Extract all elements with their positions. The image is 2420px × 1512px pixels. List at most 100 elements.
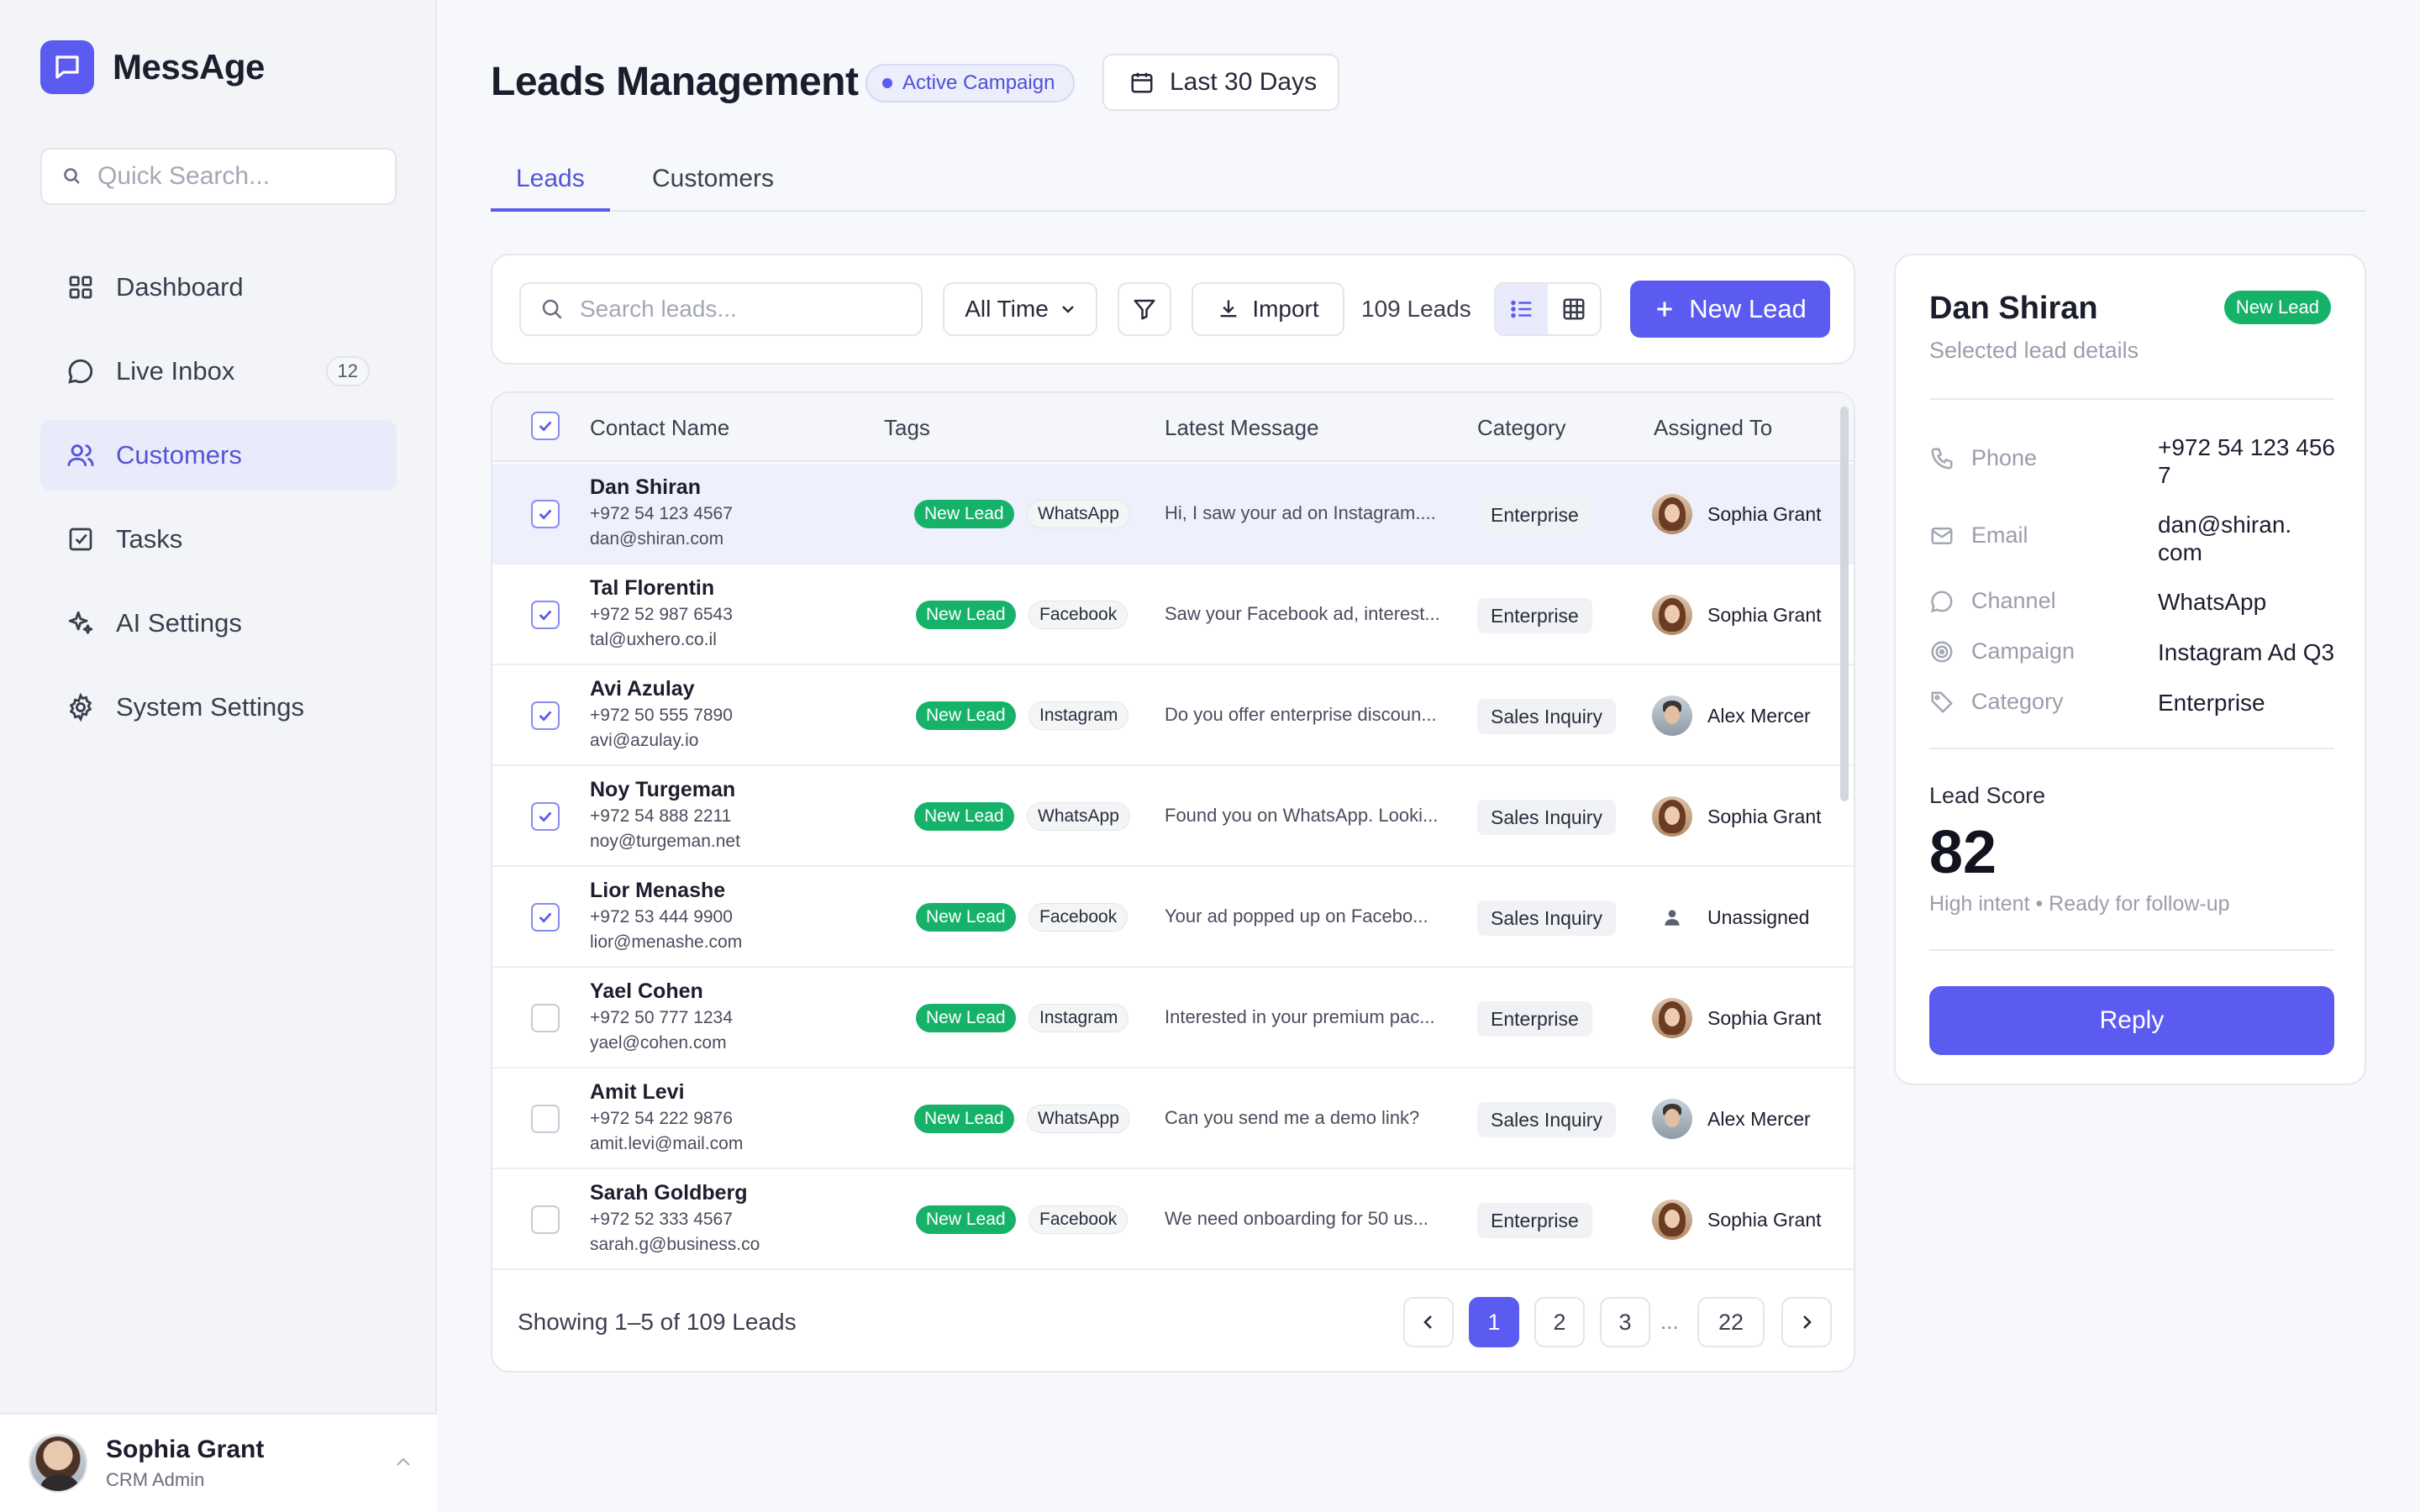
- assignee[interactable]: Alex Mercer: [1652, 1099, 1811, 1139]
- detail-label-text: Email: [1971, 522, 2028, 548]
- column-header[interactable]: Contact Name: [590, 415, 729, 441]
- sidebar-item-dashboard[interactable]: Dashboard: [40, 252, 397, 323]
- campaign-badge-label: Active Campaign: [902, 71, 1055, 94]
- column-header[interactable]: Category: [1477, 415, 1566, 441]
- table-row[interactable]: Yael Cohen +972 50 777 1234 yael@cohen.com…: [492, 968, 1854, 1068]
- grid-view-button[interactable]: [1548, 284, 1600, 334]
- contact-phone: +972 50 555 7890: [590, 706, 733, 725]
- check-icon: [539, 711, 552, 722]
- select-all-checkbox[interactable]: [531, 412, 560, 440]
- row-checkbox[interactable]: [531, 802, 560, 831]
- sidebar-nav: Dashboard Live Inbox 12 Customers Tasks: [40, 252, 397, 756]
- detail-phone-value[interactable]: +972 54 123 4567: [2158, 433, 2343, 489]
- column-header[interactable]: Assigned To: [1654, 415, 1772, 441]
- next-page-button[interactable]: [1781, 1297, 1832, 1347]
- row-checkbox[interactable]: [531, 903, 560, 932]
- sidebar-item-label: Customers: [116, 440, 242, 470]
- page-button[interactable]: 1: [1469, 1297, 1519, 1347]
- chevron-up-icon[interactable]: [395, 1450, 412, 1473]
- channel-tag: Instagram: [1028, 1004, 1129, 1032]
- sidebar-item-label: Dashboard: [116, 272, 244, 302]
- filter-button[interactable]: [1118, 282, 1171, 336]
- detail-email-value[interactable]: dan@shiran.com: [2158, 511, 2301, 566]
- time-filter-select[interactable]: All Time: [943, 282, 1097, 336]
- contact-phone: +972 52 333 4567: [590, 1210, 733, 1229]
- page-button[interactable]: 2: [1534, 1297, 1585, 1347]
- assignee-name: Sophia Grant: [1707, 502, 1822, 525]
- sidebar-item-ai-settings[interactable]: AI Settings: [40, 588, 397, 659]
- row-checkbox[interactable]: [531, 1105, 560, 1133]
- vertical-scrollbar[interactable]: [1840, 407, 1849, 801]
- assignee[interactable]: Sophia Grant: [1652, 494, 1822, 534]
- avatar: [29, 1434, 87, 1493]
- reply-button[interactable]: Reply: [1929, 986, 2334, 1055]
- channel-tag: Instagram: [1028, 701, 1129, 730]
- detail-field-label: Campaign: [1929, 638, 2075, 664]
- new-lead-button[interactable]: New Lead: [1630, 281, 1830, 338]
- sidebar-item-label: Live Inbox: [116, 356, 235, 386]
- table-row[interactable]: Noy Turgeman +972 54 888 2211 noy@turgeman…: [492, 766, 1854, 867]
- detail-label-text: Phone: [1971, 445, 2038, 470]
- assignee[interactable]: Unassigned: [1652, 897, 1809, 937]
- contact-email: lior@menashe.com: [590, 932, 743, 952]
- table-row[interactable]: Lior Menashe +972 53 444 9900 lior@menashe…: [492, 867, 1854, 968]
- row-checkbox[interactable]: [531, 601, 560, 629]
- contact-name: Avi Azulay: [590, 677, 695, 701]
- search-leads[interactable]: [519, 282, 923, 336]
- tag-icon: [1931, 691, 1953, 712]
- contact-name: Dan Shiran: [590, 475, 701, 499]
- sidebar-item-live-inbox[interactable]: Live Inbox 12: [40, 336, 397, 407]
- status-tag: New Lead: [916, 1205, 1016, 1234]
- sidebar: MessAge Dashboard Live Inbox 12 Customer…: [0, 0, 437, 1512]
- sidebar-item-system-settings[interactable]: System Settings: [40, 672, 397, 743]
- contact-phone: +972 54 888 2211: [590, 806, 732, 826]
- new-lead-label: New Lead: [1689, 294, 1807, 323]
- assignee[interactable]: Sophia Grant: [1652, 998, 1822, 1038]
- table-row[interactable]: Tal Florentin +972 52 987 6543 tal@uxhero.…: [492, 564, 1854, 665]
- search-leads-input[interactable]: [580, 296, 899, 323]
- import-label: Import: [1252, 296, 1319, 322]
- quick-search-input[interactable]: [97, 162, 366, 191]
- table-row[interactable]: Sarah Goldberg +972 52 333 4567 sarah.g@bu…: [492, 1169, 1854, 1270]
- status-tag: New Lead: [916, 1004, 1016, 1032]
- sidebar-item-tasks[interactable]: Tasks: [40, 504, 397, 575]
- avatar: [1652, 998, 1692, 1038]
- detail-label-text: Category: [1971, 689, 2064, 714]
- assignee[interactable]: Sophia Grant: [1652, 796, 1822, 837]
- chevron-left-icon: [1423, 1315, 1432, 1329]
- row-checkbox[interactable]: [531, 701, 560, 730]
- quick-search[interactable]: [40, 148, 397, 205]
- tab-customers[interactable]: Customers: [627, 166, 799, 212]
- row-checkbox[interactable]: [531, 500, 560, 528]
- assignee[interactable]: Sophia Grant: [1652, 595, 1822, 635]
- assignee[interactable]: Sophia Grant: [1652, 1200, 1822, 1240]
- detail-lead-name: Dan Shiran: [1929, 291, 2098, 326]
- assignee[interactable]: Alex Mercer: [1652, 696, 1811, 736]
- page-button[interactable]: 22: [1697, 1297, 1765, 1347]
- prev-page-button[interactable]: [1403, 1297, 1454, 1347]
- table-footer: Showing 1–5 of 109 Leads 1 2 3 ... 22: [492, 1270, 1854, 1371]
- detail-label-text: Channel: [1971, 588, 2056, 613]
- list-view-button[interactable]: [1496, 284, 1548, 334]
- tab-leads[interactable]: Leads: [491, 166, 610, 212]
- page-title: Leads Management: [491, 60, 859, 104]
- category-badge: Enterprise: [1477, 497, 1592, 533]
- category-badge: Sales Inquiry: [1477, 900, 1616, 936]
- sidebar-item-customers[interactable]: Customers: [40, 420, 397, 491]
- page-button[interactable]: 3: [1600, 1297, 1650, 1347]
- brand[interactable]: MessAge: [40, 40, 265, 94]
- table-row[interactable]: Amit Levi +972 54 222 9876 amit.levi@mail.…: [492, 1068, 1854, 1169]
- lead-score-note: High intent • Ready for follow-up: [1929, 892, 2230, 916]
- detail-field-label: Channel: [1929, 588, 2056, 614]
- table-row[interactable]: Avi Azulay +972 50 555 7890 avi@azulay.io N…: [492, 665, 1854, 766]
- date-range-button[interactable]: Last 30 Days: [1102, 54, 1339, 111]
- row-checkbox[interactable]: [531, 1004, 560, 1032]
- table-row[interactable]: Dan Shiran +972 54 123 4567 dan@shiran.com…: [492, 464, 1854, 564]
- row-checkbox[interactable]: [531, 1205, 560, 1234]
- main-content: Leads Management Active Campaign Last 30…: [491, 0, 2366, 1512]
- latest-message: Hi, I saw your ad on Instagram....: [1165, 502, 1436, 523]
- column-header[interactable]: Tags: [884, 415, 930, 441]
- user-profile-card[interactable]: Sophia Grant CRM Admin: [0, 1413, 437, 1512]
- import-button[interactable]: Import: [1192, 282, 1344, 336]
- column-header[interactable]: Latest Message: [1165, 415, 1319, 441]
